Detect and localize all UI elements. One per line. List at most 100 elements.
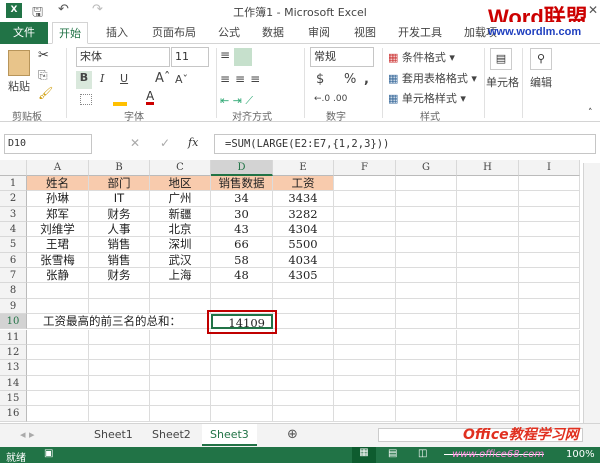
row-header-7[interactable]: 7 (0, 268, 27, 284)
tab-developer[interactable]: 开发工具 (392, 22, 448, 44)
tab-data[interactable]: 数据 (256, 22, 290, 44)
cell-G11[interactable] (396, 329, 457, 345)
paste-button[interactable]: 粘贴 (8, 78, 30, 94)
cell-B12[interactable] (89, 344, 150, 361)
cell-H2[interactable] (457, 191, 519, 207)
row-header-12[interactable]: 12 (0, 344, 27, 361)
decimal-icons[interactable]: ←.0 .00 (314, 94, 347, 104)
cell-E1[interactable]: 工资 (273, 176, 334, 192)
cell-B4[interactable]: 人事 (89, 222, 150, 238)
add-sheet-icon[interactable]: ⊕ (287, 427, 298, 442)
increase-font-icon[interactable]: Aˆ (155, 71, 170, 86)
cell-H15[interactable] (457, 390, 519, 407)
cell-D16[interactable] (211, 406, 273, 422)
cell-G5[interactable] (396, 237, 457, 253)
cell-H9[interactable] (457, 298, 519, 315)
cell-D4[interactable]: 43 (211, 222, 273, 238)
number-format-select[interactable]: 常规 (310, 47, 374, 67)
sheet-tab-3[interactable]: Sheet3 (202, 424, 257, 446)
cell-G14[interactable] (396, 375, 457, 391)
column-header-G[interactable]: G (396, 160, 457, 176)
cell-E6[interactable]: 4034 (273, 252, 334, 269)
copy-icon[interactable]: ⎘ (38, 68, 48, 83)
cell-E11[interactable] (273, 329, 334, 345)
cell-A14[interactable] (27, 375, 89, 391)
cell-E13[interactable] (273, 360, 334, 376)
column-header-D[interactable]: D (211, 160, 273, 176)
row-header-1[interactable]: 1 (0, 176, 27, 192)
cell-I10[interactable] (519, 314, 580, 330)
insert-function-button[interactable]: fx (188, 136, 198, 149)
cell-I9[interactable] (519, 298, 580, 315)
row-header-2[interactable]: 2 (0, 191, 27, 207)
row-header-11[interactable]: 11 (0, 329, 27, 345)
cell-C16[interactable] (150, 406, 211, 422)
cells-icon[interactable]: ▤ (490, 48, 512, 70)
cell-I14[interactable] (519, 375, 580, 391)
cell-H3[interactable] (457, 206, 519, 223)
formula-input[interactable]: =SUM(LARGE(E2:E7,{1,2,3})) (214, 134, 596, 154)
page-layout-view-icon[interactable]: ▤ (388, 448, 397, 459)
cell-D5[interactable]: 66 (211, 237, 273, 253)
select-all-corner[interactable] (0, 160, 27, 176)
sheet-tab-1[interactable]: Sheet1 (86, 424, 141, 446)
cell-H6[interactable] (457, 252, 519, 269)
row-header-6[interactable]: 6 (0, 252, 27, 269)
tab-file[interactable]: 文件 (0, 22, 48, 44)
sheet-nav-icon[interactable]: ◂ ▸ (20, 428, 35, 441)
cell-B13[interactable] (89, 360, 150, 376)
cell-H5[interactable] (457, 237, 519, 253)
italic-button[interactable]: I (100, 72, 104, 85)
normal-view-icon[interactable]: ▦ (352, 447, 376, 463)
cell-E2[interactable]: 3434 (273, 191, 334, 207)
cell-D14[interactable] (211, 375, 273, 391)
cell-B6[interactable]: 销售 (89, 252, 150, 269)
cell-I7[interactable] (519, 268, 580, 284)
cell-C12[interactable] (150, 344, 211, 361)
cell-B11[interactable] (89, 329, 150, 345)
font-size-select[interactable]: 11 (171, 47, 209, 67)
cell-I12[interactable] (519, 344, 580, 361)
column-header-E[interactable]: E (273, 160, 334, 176)
cell-A15[interactable] (27, 390, 89, 407)
cell-F16[interactable] (334, 406, 396, 422)
tab-insert[interactable]: 插入 (100, 22, 134, 44)
percent-button[interactable]: % (344, 72, 356, 87)
cell-F2[interactable] (334, 191, 396, 207)
underline-button[interactable]: U (120, 72, 128, 85)
cell-C4[interactable]: 北京 (150, 222, 211, 238)
cell-G8[interactable] (396, 283, 457, 299)
tab-page-layout[interactable]: 页面布局 (146, 22, 202, 44)
row-header-5[interactable]: 5 (0, 237, 27, 253)
cell-F14[interactable] (334, 375, 396, 391)
font-name-select[interactable]: 宋体 (76, 47, 170, 67)
cell-F13[interactable] (334, 360, 396, 376)
cell-B5[interactable]: 销售 (89, 237, 150, 253)
cell-I11[interactable] (519, 329, 580, 345)
cell-A2[interactable]: 孙琳 (27, 191, 89, 207)
cell-G12[interactable] (396, 344, 457, 361)
cell-I5[interactable] (519, 237, 580, 253)
cell-F11[interactable] (334, 329, 396, 345)
cell-D3[interactable]: 30 (211, 206, 273, 223)
vertical-scrollbar[interactable] (583, 163, 600, 423)
cell-C7[interactable]: 上海 (150, 268, 211, 284)
table-format-button[interactable]: ▦ 套用表格格式 ▾ (388, 70, 477, 86)
sheet-tab-2[interactable]: Sheet2 (144, 424, 199, 446)
cell-E3[interactable]: 3282 (273, 206, 334, 223)
row-header-13[interactable]: 13 (0, 360, 27, 376)
cells-button[interactable]: 单元格 (486, 74, 519, 90)
tab-formulas[interactable]: 公式 (212, 22, 246, 44)
cell-F6[interactable] (334, 252, 396, 269)
edit-button[interactable]: 编辑 (530, 74, 552, 90)
paste-icon[interactable] (8, 50, 30, 76)
cell-F5[interactable] (334, 237, 396, 253)
cell-H4[interactable] (457, 222, 519, 238)
cell-G15[interactable] (396, 390, 457, 407)
align-horizontal-icons[interactable]: ≡≡≡ (220, 72, 265, 86)
cell-G2[interactable] (396, 191, 457, 207)
conditional-format-button[interactable]: ▦ 条件格式 ▾ (388, 49, 455, 65)
format-painter-icon[interactable]: 🖌 (38, 86, 53, 100)
row-header-8[interactable]: 8 (0, 283, 27, 299)
cell-I3[interactable] (519, 206, 580, 223)
